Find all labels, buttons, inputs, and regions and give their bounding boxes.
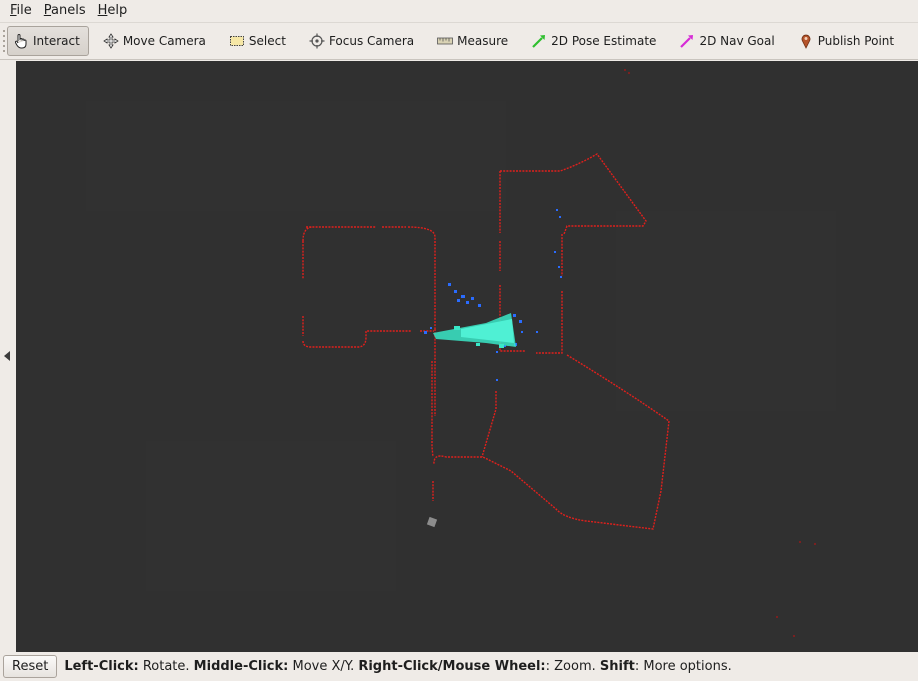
nav-goal-tool-button[interactable]: 2D Nav Goal <box>673 26 783 56</box>
menu-file[interactable]: File <box>4 1 38 21</box>
pointcloud-cyan-wedge <box>433 313 516 348</box>
map-pin-icon <box>798 33 814 49</box>
pose-estimate-tool-button[interactable]: 2D Pose Estimate <box>525 26 665 56</box>
menu-file-label: ile <box>16 3 32 18</box>
scene-canvas[interactable] <box>16 61 918 652</box>
focus-camera-tool-label: Focus Camera <box>328 34 415 48</box>
menu-help-label: elp <box>107 3 128 18</box>
move-camera-tool-button[interactable]: Move Camera <box>97 26 215 56</box>
scan-left-room <box>306 226 436 329</box>
scan-left-room-wall <box>302 226 434 348</box>
move-camera-tool-label: Move Camera <box>122 34 206 48</box>
publish-point-tool-label: Publish Point <box>817 34 895 48</box>
help-text-right-click: : Zoom. <box>545 659 600 674</box>
status-bar: Reset Left-Click: Rotate. Middle-Click: … <box>0 652 918 681</box>
interact-tool-label: Interact <box>33 34 80 48</box>
toolbar-grip-handle[interactable] <box>3 28 5 54</box>
hand-pointer-icon <box>13 33 29 49</box>
nav-goal-tool-label: 2D Nav Goal <box>699 34 775 48</box>
occupancy-map-shading <box>86 101 836 591</box>
menu-bar: File Panels Help <box>0 0 918 22</box>
scan-upper-inner <box>536 234 563 354</box>
ruler-icon <box>437 33 454 49</box>
move-arrows-icon <box>103 33 119 49</box>
select-tool-button[interactable]: Select <box>223 26 295 56</box>
menu-panels-mnemonic: P <box>43 3 52 18</box>
help-key-right-click: Right-Click/Mouse Wheel: <box>358 659 546 674</box>
green-arrow-icon <box>531 33 547 49</box>
publish-point-tool-button[interactable]: Publish Point <box>792 26 903 56</box>
tools-toolbar: Interact Move Camera Select Focus Camera <box>0 22 918 60</box>
rviz-window: File Panels Help Interact Move Camera Se… <box>0 0 918 681</box>
robot-footprint-marker <box>426 516 438 528</box>
scan-lower-wall <box>431 329 436 458</box>
selection-box-icon <box>229 33 245 49</box>
collapse-left-arrow-icon[interactable] <box>4 351 10 361</box>
menu-panels[interactable]: Panels <box>38 1 92 21</box>
crosshair-icon <box>309 33 325 49</box>
help-key-shift: Shift <box>599 659 635 674</box>
scan-lower-diagonal <box>481 391 497 458</box>
measure-tool-label: Measure <box>457 34 509 48</box>
reset-button[interactable]: Reset <box>3 655 58 678</box>
interact-tool-button[interactable]: Interact <box>7 26 89 56</box>
measure-tool-button[interactable]: Measure <box>431 26 517 56</box>
help-key-left-click: Left-Click: <box>64 659 139 674</box>
status-help-text: Left-Click: Rotate. Middle-Click: Move X… <box>64 659 731 674</box>
render-panel-3d-view[interactable] <box>16 61 918 652</box>
select-tool-label: Select <box>248 34 286 48</box>
pose-estimate-tool-label: 2D Pose Estimate <box>551 34 657 48</box>
pointcloud-blue-cluster <box>424 209 562 381</box>
help-text-shift: : More options. <box>634 659 732 674</box>
menu-panels-label: anels <box>51 3 86 18</box>
magenta-arrow-icon <box>679 33 695 49</box>
help-text-left-click: Rotate. <box>138 659 194 674</box>
left-dock-collapse-strip[interactable] <box>0 61 16 652</box>
focus-camera-tool-button[interactable]: Focus Camera <box>303 26 423 56</box>
menu-help-mnemonic: H <box>97 3 108 18</box>
help-text-middle-click: Move X/Y. <box>288 659 359 674</box>
help-key-middle-click: Middle-Click: <box>193 659 289 674</box>
menu-help[interactable]: Help <box>92 1 134 21</box>
